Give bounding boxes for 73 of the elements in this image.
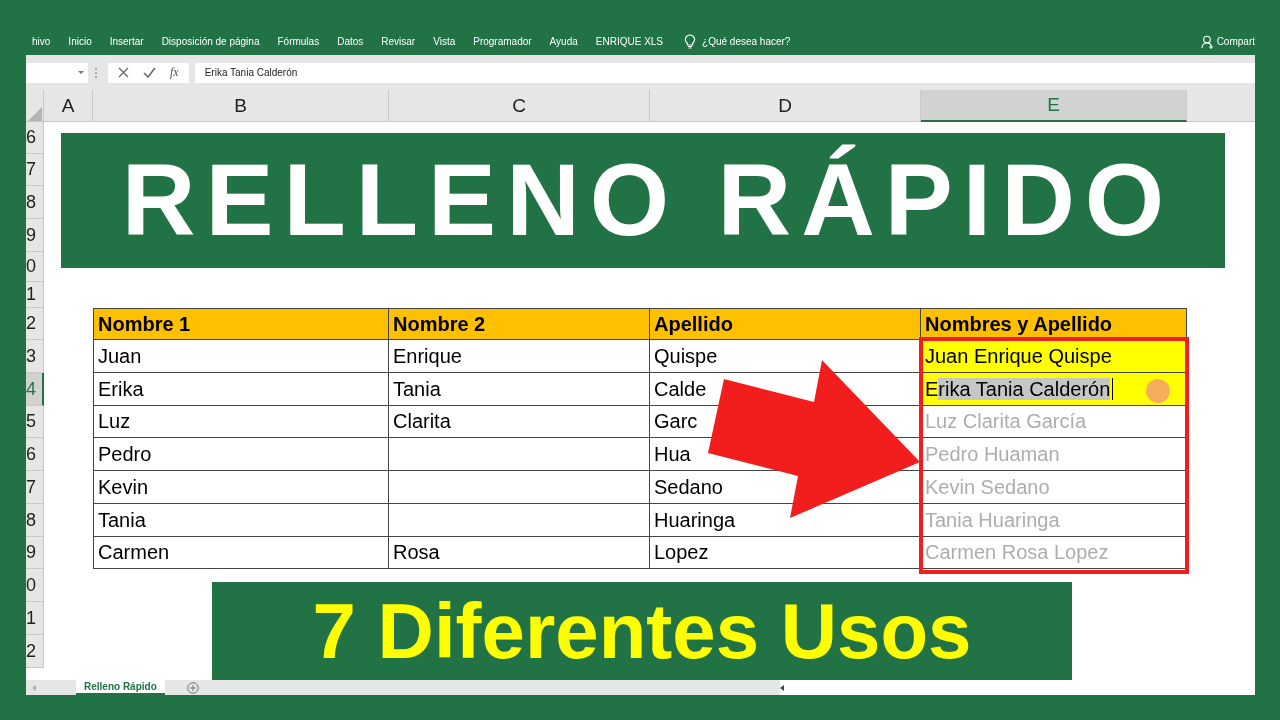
close-icon[interactable] bbox=[118, 67, 129, 78]
row-header[interactable]: 5 bbox=[26, 406, 44, 438]
table-cell: Juan bbox=[93, 340, 389, 373]
table-cell: Kevin bbox=[93, 471, 389, 504]
suggested-cell: Pedro Huaman bbox=[921, 438, 1187, 471]
suggested-cell: Kevin Sedano bbox=[921, 471, 1187, 504]
name-box[interactable] bbox=[26, 62, 88, 83]
table-cell: Rosa bbox=[389, 537, 650, 569]
table-cell: Carmen bbox=[93, 537, 389, 569]
table-cell: Tania bbox=[389, 373, 650, 406]
ribbon-tab[interactable]: Fórmulas bbox=[268, 36, 329, 47]
sheet-tab[interactable]: Relleno Rápido bbox=[76, 680, 165, 695]
check-icon[interactable] bbox=[143, 67, 156, 78]
column-header[interactable]: D bbox=[650, 90, 921, 122]
row-header[interactable]: 4 bbox=[26, 373, 44, 406]
suggested-cell: Carmen Rosa Lopez bbox=[921, 537, 1187, 569]
row-header[interactable]: 9 bbox=[26, 537, 44, 569]
column-header[interactable]: C bbox=[389, 90, 650, 122]
ribbon-tab[interactable]: Disposición de página bbox=[152, 36, 269, 47]
table-cell: Juan Enrique Quispe bbox=[921, 340, 1187, 373]
row-header[interactable]: 7 bbox=[26, 471, 44, 504]
row-header[interactable]: 2 bbox=[26, 308, 44, 340]
table-cell: Pedro bbox=[93, 438, 389, 471]
lightbulb-icon bbox=[684, 34, 697, 49]
row-header[interactable]: 6 bbox=[26, 438, 44, 471]
row-header[interactable]: 1 bbox=[26, 602, 44, 635]
ribbon-tab[interactable]: Vista bbox=[424, 36, 465, 47]
ribbon-tab[interactable]: Inicio bbox=[59, 36, 101, 47]
search-hint[interactable]: ¿Qué desea hacer? bbox=[702, 36, 791, 47]
row-header[interactable]: 1 bbox=[26, 282, 44, 308]
ribbon-tab[interactable]: Insertar bbox=[100, 36, 153, 47]
horizontal-scrollbar[interactable] bbox=[780, 680, 1255, 695]
ribbon-tab[interactable]: Revisar bbox=[372, 36, 425, 47]
row-header[interactable]: 8 bbox=[26, 186, 44, 219]
table-cell: Tania bbox=[93, 504, 389, 537]
subtitle-banner: 7 Diferentes Usos bbox=[212, 582, 1072, 680]
ribbon-tab[interactable]: Ayuda bbox=[540, 36, 587, 47]
ribbon-tab[interactable]: Datos bbox=[328, 36, 373, 47]
person-add-icon bbox=[1200, 34, 1214, 49]
drag-handle-icon[interactable] bbox=[94, 66, 98, 79]
column-header[interactable]: A bbox=[44, 90, 93, 122]
row-header[interactable]: 8 bbox=[26, 504, 44, 537]
row-header[interactable]: 0 bbox=[26, 252, 44, 282]
header-cell: Nombre 2 bbox=[389, 308, 650, 340]
header-cell: Nombre 1 bbox=[93, 308, 389, 340]
ribbon-tab[interactable]: hivo bbox=[26, 36, 60, 47]
column-header[interactable]: E bbox=[921, 90, 1187, 122]
row-header[interactable]: 9 bbox=[26, 219, 44, 252]
table-cell: Enrique bbox=[389, 340, 650, 373]
table-cell: Luz bbox=[93, 406, 389, 438]
cursor-dot-icon bbox=[1146, 379, 1170, 403]
ribbon-tab[interactable]: Programador bbox=[464, 36, 541, 47]
share-button[interactable]: Compart bbox=[1200, 34, 1255, 49]
row-header[interactable]: 2 bbox=[26, 635, 44, 668]
table-cell: Erika bbox=[93, 373, 389, 406]
scroll-left-icon[interactable] bbox=[780, 684, 784, 691]
row-header[interactable]: 0 bbox=[26, 569, 44, 602]
suggested-cell: Tania Huaringa bbox=[921, 504, 1187, 537]
table-cell: Clarita bbox=[389, 406, 650, 438]
formula-field[interactable]: Erika Tania Calderón bbox=[194, 62, 1255, 83]
caret-icon bbox=[78, 71, 84, 74]
row-header[interactable]: 3 bbox=[26, 340, 44, 373]
table-cell: Lopez bbox=[650, 537, 921, 569]
row-header[interactable]: 7 bbox=[26, 154, 44, 186]
header-cell: Apellido bbox=[650, 308, 921, 340]
insert-function-button[interactable]: fx bbox=[170, 65, 179, 80]
suggested-cell: Luz Clarita García bbox=[921, 406, 1187, 438]
row-header[interactable]: 6 bbox=[26, 122, 44, 154]
add-sheet-icon[interactable] bbox=[186, 681, 199, 694]
title-banner: RELLENO RÁPIDO bbox=[61, 133, 1225, 268]
column-header[interactable]: B bbox=[93, 90, 389, 122]
header-cell: Nombres y Apellido bbox=[921, 308, 1187, 340]
ribbon-tab[interactable]: ENRIQUE XLS bbox=[586, 36, 673, 47]
